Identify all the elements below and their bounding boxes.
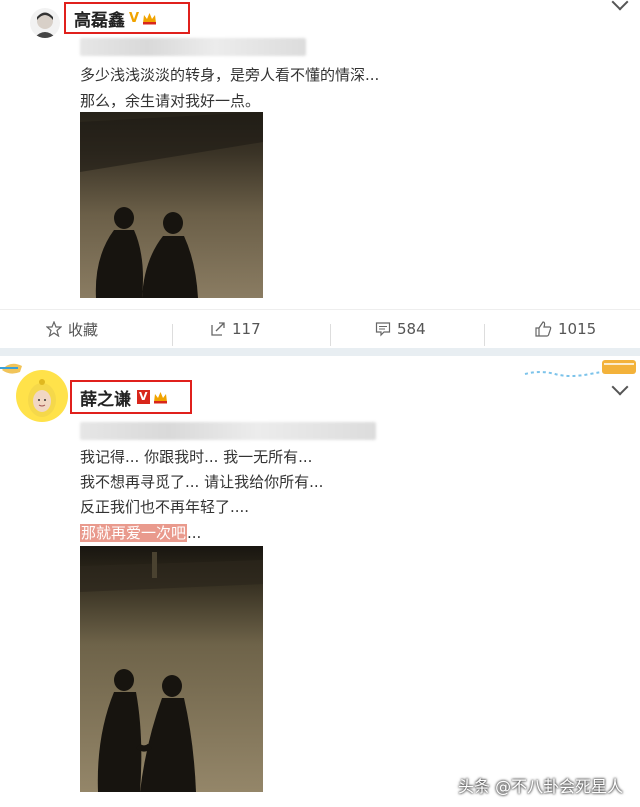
comment-button[interactable]: 584	[375, 310, 426, 348]
post1-shadow-figures	[80, 112, 263, 298]
post2-body-line-2: 我不想再寻觅了... 请让我给你所有...	[80, 473, 324, 491]
comment-icon	[375, 322, 391, 337]
like-button[interactable]: 1015	[535, 310, 596, 348]
crown-icon	[143, 12, 157, 24]
favorite-button[interactable]: 收藏	[46, 310, 98, 348]
post2-highlight-suffix: ...	[187, 524, 202, 542]
divider	[330, 324, 331, 346]
crown-icon	[153, 391, 167, 403]
post2-highlighted-text: 那就再爱一次吧	[80, 524, 188, 542]
divider	[484, 324, 485, 346]
post1-body-line-2: 那么，余生请对我好一点。	[80, 92, 261, 110]
star-icon	[46, 321, 62, 337]
post1-action-bar: 收藏 117 584 1015	[0, 309, 640, 348]
watermark: 头条 @不八卦会死星人	[458, 777, 624, 796]
post2-photo[interactable]	[80, 546, 263, 792]
comment-count: 584	[397, 320, 426, 338]
favorite-label: 收藏	[68, 320, 99, 339]
verified-badge-post2: V	[137, 390, 150, 404]
chevron-down-icon[interactable]	[611, 378, 629, 396]
post2-timestamp-blurred	[80, 422, 376, 440]
avatar-post1-icon	[34, 12, 56, 38]
post-1: 高磊鑫 V 多少浅浅淡淡的转身，是旁人看不懂的情深... 那么，余生请对我好一点…	[0, 0, 640, 348]
post2-body-line-1: 我记得... 你跟我时... 我一无所有...	[80, 448, 313, 466]
avatar-post2-icon	[28, 379, 56, 417]
username-post1[interactable]: 高磊鑫	[74, 6, 125, 31]
username-highlight-post2: 薛之谦 V	[70, 380, 192, 414]
chevron-down-icon[interactable]	[611, 0, 629, 11]
post2-shadow-figures	[80, 552, 263, 792]
repost-icon	[211, 322, 225, 336]
post-2: 薛之谦 V 我记得... 你跟我时... 我一无所有... 我不想再寻觅了...…	[0, 356, 640, 807]
divider	[172, 324, 173, 346]
post2-body-line-4: 那就再爱一次吧...	[80, 522, 201, 543]
repost-button[interactable]: 117	[210, 310, 261, 348]
post1-body-line-1: 多少浅浅淡淡的转身，是旁人看不懂的情深...	[80, 66, 380, 84]
username-highlight-post1: 高磊鑫 V	[64, 2, 190, 34]
verified-badge-post1: V	[129, 10, 140, 26]
post1-photo[interactable]	[80, 112, 263, 298]
like-count: 1015	[558, 320, 597, 338]
username-post2[interactable]: 薛之谦	[80, 385, 131, 410]
post1-timestamp-blurred	[80, 38, 306, 56]
post2-body-line-3: 反正我们也不再年轻了....	[80, 498, 250, 516]
avatar-post2[interactable]	[16, 370, 68, 422]
repost-count: 117	[232, 320, 261, 338]
avatar-post1[interactable]	[30, 8, 60, 38]
like-icon	[535, 321, 552, 337]
post-separator	[0, 348, 640, 356]
